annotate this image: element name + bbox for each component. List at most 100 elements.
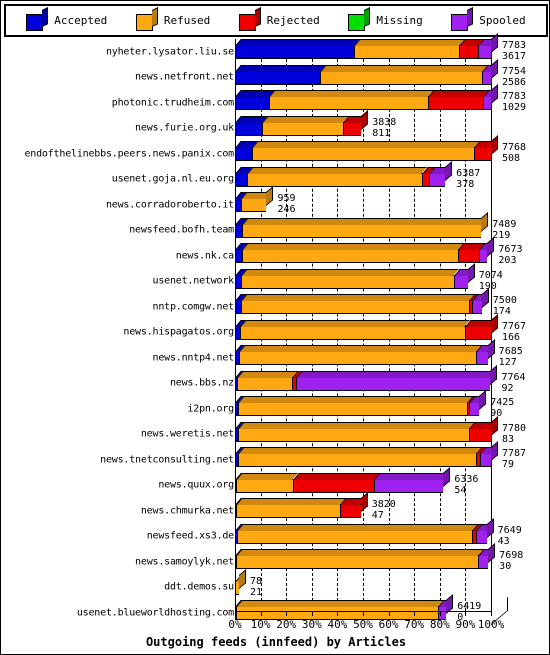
- bar-segment-refused[interactable]: [239, 345, 483, 365]
- stacked-bar[interactable]: [235, 58, 498, 85]
- bar-segment-spooled[interactable]: [478, 39, 497, 59]
- stacked-bar[interactable]: [235, 415, 498, 442]
- bar-segment-refused[interactable]: [237, 421, 476, 442]
- bar-segment-rejected[interactable]: [457, 243, 486, 263]
- category-label: news.bbs.nz: [169, 377, 234, 389]
- bar-segment-rejected[interactable]: [421, 166, 435, 187]
- bar-segment-spooled[interactable]: [296, 370, 497, 391]
- bar-segment-spooled[interactable]: [373, 472, 450, 493]
- bar-segment-refused[interactable]: [240, 192, 273, 212]
- bar-segment-spooled[interactable]: [476, 345, 494, 365]
- stacked-bar[interactable]: [235, 135, 498, 161]
- bar-area: 6387 378: [235, 160, 491, 193]
- bar-segment-spooled[interactable]: [482, 90, 497, 110]
- bar-segment-spooled[interactable]: [475, 523, 493, 544]
- bar-segment-spooled[interactable]: [453, 268, 474, 289]
- stacked-bar[interactable]: [235, 441, 498, 467]
- bar-segment-refused[interactable]: [241, 243, 464, 263]
- category-label: news.tnetconsulting.net: [100, 454, 234, 466]
- stacked-bar[interactable]: [235, 237, 495, 263]
- bar-segment-accepted[interactable]: [235, 90, 275, 110]
- row-total-value: 7649: [497, 524, 522, 536]
- stacked-bar[interactable]: [235, 390, 487, 416]
- bar-segment-refused[interactable]: [241, 268, 460, 289]
- row-value-labels: 7783 3617: [502, 40, 526, 62]
- stacked-bar[interactable]: [235, 543, 496, 569]
- bar-segment-spooled[interactable]: [479, 447, 497, 467]
- bar-segment-rejected[interactable]: [292, 472, 380, 493]
- bar-segment-top-face: [354, 39, 465, 46]
- bar-segment-refused[interactable]: [237, 396, 474, 416]
- bar-segment-accepted[interactable]: [235, 217, 249, 238]
- stacked-bar[interactable]: [235, 211, 489, 238]
- bar-segment-accepted[interactable]: [235, 166, 254, 187]
- stacked-bar[interactable]: [235, 109, 369, 136]
- stacked-bar[interactable]: [235, 160, 453, 187]
- bar-area: 7685 127: [235, 339, 523, 371]
- stacked-bar[interactable]: [235, 517, 494, 544]
- bar-segment-rejected[interactable]: [427, 90, 489, 110]
- stacked-bar[interactable]: [235, 364, 498, 391]
- stacked-bar[interactable]: [235, 262, 475, 289]
- bar-segment-refused[interactable]: [240, 319, 471, 340]
- stacked-bar[interactable]: [235, 288, 489, 314]
- x-tick-label: 10%: [250, 618, 271, 631]
- bar-segment-refused[interactable]: [236, 370, 298, 391]
- bar-segment-refused[interactable]: [261, 115, 349, 136]
- bar-segment-rejected[interactable]: [458, 39, 485, 59]
- bar-segment-refused[interactable]: [354, 39, 465, 59]
- chart-row: news.quux.org 6336 54: [4, 466, 548, 499]
- bar-segment-accepted[interactable]: [235, 141, 258, 161]
- bar-segment-rejected[interactable]: [469, 421, 497, 442]
- bar-segment-rejected[interactable]: [464, 319, 497, 340]
- bar-segment-refused[interactable]: [247, 166, 428, 187]
- bar-segment-refused[interactable]: [236, 549, 484, 569]
- category-label: news.furie.org.uk: [135, 122, 234, 134]
- chart-row: news.nntp4.net 7685 127: [4, 339, 548, 371]
- bar-segment-rejected[interactable]: [474, 141, 497, 161]
- bar-segment-accepted[interactable]: [235, 39, 360, 59]
- bar-segment-spooled[interactable]: [428, 166, 452, 187]
- bar-segment-spooled[interactable]: [469, 396, 486, 416]
- stacked-bar[interactable]: [235, 33, 498, 59]
- legend-item-accepted: Accepted: [26, 6, 107, 32]
- legend-item-label: Spooled: [479, 14, 526, 27]
- bar-segment-spooled[interactable]: [478, 549, 495, 569]
- bar-segment-refused[interactable]: [236, 472, 299, 493]
- bar-segment-refused[interactable]: [242, 217, 488, 238]
- bar-segment-accepted[interactable]: [235, 115, 268, 136]
- chart-row: news.furie.org.uk 3838 811: [4, 109, 548, 142]
- x-tick-label: 60%: [378, 618, 399, 631]
- row-total-value: 3838: [372, 116, 397, 128]
- stacked-bar[interactable]: [235, 339, 495, 365]
- x-tick-label: 0%: [228, 618, 242, 631]
- bar-segment-refused[interactable]: [268, 90, 434, 110]
- row-secondary-value: 3617: [502, 51, 527, 62]
- bar-segment-rejected[interactable]: [342, 115, 368, 136]
- bar-segment-accepted[interactable]: [235, 64, 327, 85]
- stacked-bar[interactable]: [235, 313, 498, 340]
- row-value-labels: 7754 2586: [502, 66, 526, 88]
- stacked-bar[interactable]: [235, 568, 246, 595]
- category-label: news.nntp4.net: [152, 352, 235, 364]
- row-secondary-value: 219: [492, 229, 511, 241]
- category-label: news.corradoroberto.it: [105, 199, 234, 211]
- bar-segment-refused[interactable]: [237, 447, 482, 467]
- chart-row: ddt.demos.su 78 21: [4, 568, 548, 601]
- stacked-bar[interactable]: [235, 186, 274, 212]
- stacked-bar[interactable]: [235, 492, 368, 518]
- bar-segment-refused[interactable]: [320, 64, 488, 85]
- bar-segment-refused[interactable]: [240, 294, 475, 314]
- bar-segment-accepted[interactable]: [235, 243, 248, 263]
- bar-segment-spooled[interactable]: [471, 294, 488, 314]
- bar-segment-top-face: [427, 90, 489, 97]
- stacked-bar[interactable]: [235, 84, 498, 110]
- bar-segment-spooled[interactable]: [482, 64, 497, 85]
- bar-segment-refused[interactable]: [236, 523, 478, 544]
- bar-segment-rejected[interactable]: [340, 498, 367, 518]
- legend-item-label: Missing: [376, 14, 423, 27]
- row-total-value: 6336: [454, 473, 479, 485]
- stacked-bar[interactable]: [235, 466, 451, 493]
- bar-segment-refused[interactable]: [251, 141, 481, 161]
- bar-segment-refused[interactable]: [236, 498, 347, 518]
